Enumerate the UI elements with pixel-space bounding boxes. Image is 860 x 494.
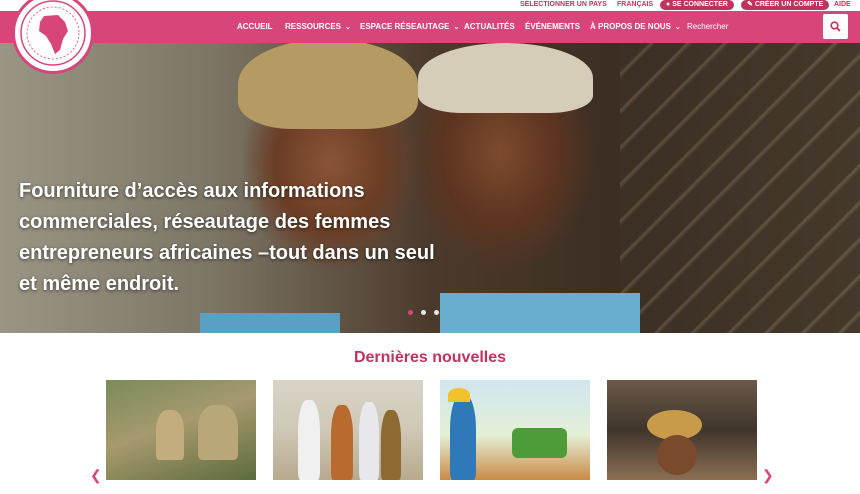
person-figure <box>381 410 401 480</box>
help-link[interactable]: AIDE <box>834 0 851 10</box>
nav-news[interactable]: ACTUALITÉS <box>464 11 515 43</box>
login-label: SE CONNECTER <box>672 1 728 8</box>
hero-headline: Fourniture d’accès aux informations comm… <box>19 180 435 295</box>
create-account-label: CRÉER UN COMPTE <box>754 1 824 8</box>
tractor-shape <box>512 428 567 458</box>
hero-dress-left <box>200 313 340 333</box>
photo-ceremony-group <box>298 400 320 480</box>
nav-networking[interactable]: ESPACE RÉSEAUTAGE ⌄ <box>360 11 459 43</box>
chevron-left-icon[interactable]: ❮ <box>90 468 102 482</box>
person-figure <box>331 405 353 480</box>
nav-resources[interactable]: RESSOURCES ⌄ <box>285 11 351 43</box>
login-button[interactable]: ● SE CONNECTER <box>660 0 734 10</box>
hero-headwrap-right <box>418 43 593 113</box>
search-label[interactable]: Rechercher <box>687 11 728 43</box>
hero-headwrap-left <box>238 43 418 129</box>
news-card[interactable] <box>607 380 757 480</box>
photo-market-produce <box>198 405 238 460</box>
nav-resources-label: RESSOURCES <box>285 22 342 31</box>
hero-background-stairs <box>620 43 860 333</box>
slider-dot-3[interactable] <box>434 310 439 315</box>
person-figure <box>359 402 379 480</box>
chevron-down-icon: ⌄ <box>345 24 351 31</box>
nav-home[interactable]: ACCUEIL <box>237 11 273 43</box>
chevron-down-icon: ⌄ <box>674 24 681 31</box>
slider-dots <box>408 310 439 315</box>
site-logo[interactable] <box>12 0 94 74</box>
search-icon <box>830 21 841 32</box>
pencil-icon: ✎ <box>747 1 755 8</box>
nav-about[interactable]: À PROPOS DE NOUS ⌄ <box>590 11 681 43</box>
news-card[interactable] <box>106 380 256 480</box>
farmer-hat <box>448 388 470 402</box>
create-account-button[interactable]: ✎ CRÉER UN COMPTE <box>741 0 830 10</box>
main-nav: ACCUEIL RESSOURCES ⌄ ESPACE RÉSEAUTAGE ⌄ A… <box>0 11 860 43</box>
nav-events[interactable]: ÉVÉNEMENTS <box>525 11 580 43</box>
slider-dot-2[interactable] <box>421 310 426 315</box>
chevron-down-icon: ⌄ <box>453 24 460 31</box>
hero-slider[interactable]: Fourniture d’accès aux informations comm… <box>0 43 860 333</box>
nav-about-label: À PROPOS DE NOUS <box>590 22 671 31</box>
woman-face <box>657 435 697 475</box>
africa-map-logo <box>20 0 86 66</box>
news-card[interactable] <box>440 380 590 480</box>
language-selector[interactable]: FRANÇAIS <box>617 0 653 10</box>
news-card[interactable] <box>273 380 423 480</box>
hero-dress-right <box>440 293 640 333</box>
select-country-link[interactable]: SÉLECTIONNER UN PAYS <box>520 0 607 10</box>
illustration-farmer-tractor <box>450 395 476 480</box>
news-section-title: Dernières nouvelles <box>353 349 507 366</box>
utility-bar: SÉLECTIONNER UN PAYS FRANÇAIS ● SE CONNE… <box>0 0 860 11</box>
search-button[interactable] <box>823 14 848 39</box>
slider-dot-1[interactable] <box>408 310 413 315</box>
chevron-right-icon[interactable]: ❯ <box>762 468 774 482</box>
nav-networking-label: ESPACE RÉSEAUTAGE <box>360 22 450 31</box>
produce-bundle <box>156 410 184 460</box>
